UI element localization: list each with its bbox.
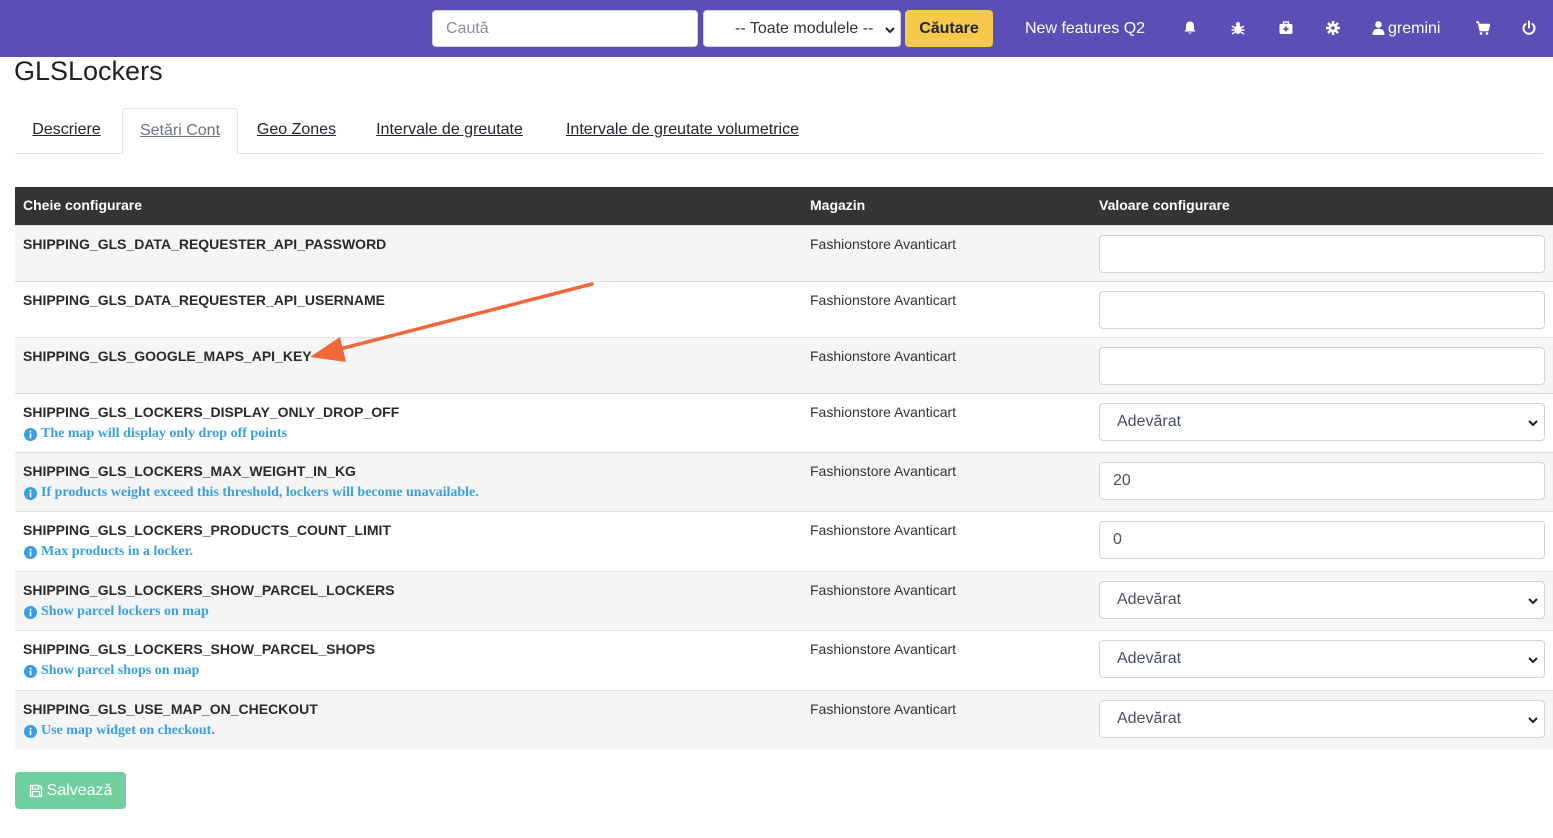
store-name: Fashionstore Avanticart [810,236,957,252]
username-link[interactable]: gremini [1388,19,1440,39]
info-icon [24,664,37,678]
tab-geo-zones[interactable]: Geo Zones [243,108,350,154]
cart-icon[interactable] [1475,20,1491,36]
tab-intervale-greutate-volumetrice[interactable]: Intervale de greutate volumetrice [548,108,817,154]
store-name: Fashionstore Avanticart [810,292,957,308]
help-label: Show parcel shops on map [41,663,200,678]
table-row: SHIPPING_GLS_LOCKERS_DISPLAY_ONLY_DROP_O… [15,393,1553,452]
table-row: SHIPPING_GLS_LOCKERS_SHOW_PARCEL_SHOPS S… [15,630,1553,690]
gear-icon[interactable] [1325,20,1341,36]
google-maps-api-key-input[interactable] [1099,347,1545,385]
tab-setari-cont[interactable]: Setări Cont [122,108,238,155]
store-name: Fashionstore Avanticart [810,641,957,657]
store-name: Fashionstore Avanticart [810,348,957,364]
bell-icon[interactable] [1182,20,1198,36]
api-username-input[interactable] [1099,291,1545,329]
table-row: SHIPPING_GLS_LOCKERS_SHOW_PARCEL_LOCKERS… [15,571,1553,630]
help-text: Show parcel lockers on map [24,604,209,620]
show-parcel-lockers-select[interactable]: Adevărat [1099,581,1545,619]
chevron-down-icon [1528,598,1538,605]
save-button[interactable]: Salvează [15,772,126,809]
chevron-down-icon [1528,420,1538,427]
search-button[interactable]: Căutare [905,10,993,47]
help-text: Max products in a locker. [24,544,193,560]
config-key: SHIPPING_GLS_USE_MAP_ON_CHECKOUT [23,701,318,717]
header-key: Cheie configurare [23,197,143,213]
display-only-drop-off-select[interactable]: Adevărat [1099,403,1545,441]
new-features-link[interactable]: New features Q2 [1025,19,1145,39]
help-text: The map will display only drop off point… [24,426,287,442]
bug-icon[interactable] [1230,20,1246,36]
info-icon [24,605,37,619]
help-label: Max products in a locker. [41,544,194,559]
store-name: Fashionstore Avanticart [810,582,957,598]
help-label: If products weight exceed this threshold… [41,485,479,500]
select-value: Adevărat [1117,591,1182,608]
tab-intervale-greutate[interactable]: Intervale de greutate [357,108,542,154]
module-select[interactable]: -- Toate modulele -- [703,10,901,47]
table-row: SHIPPING_GLS_GOOGLE_MAPS_API_KEY Fashion… [15,337,1553,393]
help-label: The map will display only drop off point… [41,426,287,441]
top-navbar: -- Toate modulele -- Căutare New feature… [0,0,1553,57]
info-icon [24,486,37,500]
info-icon [24,724,37,738]
store-name: Fashionstore Avanticart [810,522,957,538]
max-weight-input[interactable] [1099,462,1545,500]
module-select-value: -- Toate modulele -- [735,19,874,37]
header-value: Valoare configurare [1099,197,1230,213]
help-label: Show parcel lockers on map [41,604,209,619]
table-row: SHIPPING_GLS_USE_MAP_ON_CHECKOUT Use map… [15,690,1553,749]
config-key: SHIPPING_GLS_LOCKERS_SHOW_PARCEL_LOCKERS [23,582,395,598]
medkit-icon[interactable] [1278,20,1294,36]
table-row: SHIPPING_GLS_DATA_REQUESTER_API_USERNAME… [15,281,1553,337]
info-icon [24,545,37,559]
page-title: GLSLockers [14,56,163,86]
config-key: SHIPPING_GLS_DATA_REQUESTER_API_USERNAME [23,292,385,308]
floppy-disk-icon [29,784,42,797]
config-key: SHIPPING_GLS_LOCKERS_SHOW_PARCEL_SHOPS [23,641,376,657]
store-name: Fashionstore Avanticart [810,463,957,479]
chevron-down-icon [1528,657,1538,664]
help-label: Use map widget on checkout. [41,723,215,738]
store-name: Fashionstore Avanticart [810,701,957,717]
config-table: Cheie configurare Magazin Valoare config… [15,187,1553,749]
info-icon [24,427,37,441]
show-parcel-shops-select[interactable]: Adevărat [1099,640,1545,678]
products-count-limit-input[interactable] [1099,521,1545,559]
select-value: Adevărat [1117,413,1182,430]
help-text: Show parcel shops on map [24,663,199,679]
chevron-down-icon [1528,717,1538,724]
config-key: SHIPPING_GLS_GOOGLE_MAPS_API_KEY [23,348,312,364]
power-icon[interactable] [1521,20,1537,36]
store-name: Fashionstore Avanticart [810,404,957,420]
use-map-on-checkout-select[interactable]: Adevărat [1099,700,1545,738]
help-text: Use map widget on checkout. [24,723,215,739]
chevron-down-icon [885,27,895,34]
table-header: Cheie configurare Magazin Valoare config… [15,187,1553,225]
config-key: SHIPPING_GLS_LOCKERS_PRODUCTS_COUNT_LIMI… [23,522,391,538]
config-key: SHIPPING_GLS_DATA_REQUESTER_API_PASSWORD [23,236,387,252]
config-key: SHIPPING_GLS_LOCKERS_DISPLAY_ONLY_DROP_O… [23,404,400,420]
table-row: SHIPPING_GLS_LOCKERS_PRODUCTS_COUNT_LIMI… [15,511,1553,571]
table-row: SHIPPING_GLS_LOCKERS_MAX_WEIGHT_IN_KG If… [15,452,1553,511]
config-key: SHIPPING_GLS_LOCKERS_MAX_WEIGHT_IN_KG [23,463,356,479]
header-store: Magazin [810,197,866,213]
user-icon[interactable] [1372,20,1385,36]
select-value: Adevărat [1117,650,1182,667]
tab-descriere[interactable]: Descriere [15,108,118,154]
save-button-label: Salvează [46,781,113,799]
table-row: SHIPPING_GLS_DATA_REQUESTER_API_PASSWORD… [15,225,1553,281]
select-value: Adevărat [1117,710,1182,727]
api-password-input[interactable] [1099,235,1545,273]
search-input[interactable] [432,10,698,47]
help-text: If products weight exceed this threshold… [24,485,479,501]
tab-bar: Descriere Setări Cont Geo Zones Interval… [15,108,1543,155]
